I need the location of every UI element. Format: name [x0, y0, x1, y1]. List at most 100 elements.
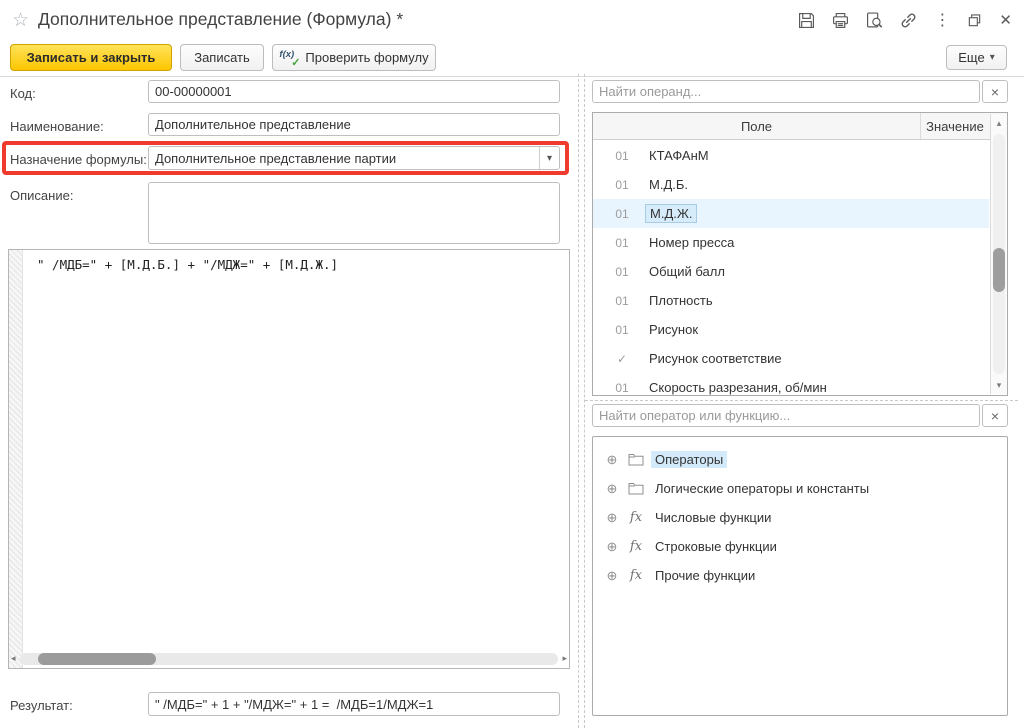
clear-icon: ×: [991, 84, 999, 100]
tree-item-numeric-functions[interactable]: ⊕ fx Числовые функции: [593, 503, 1005, 532]
result-label: Результат:: [10, 698, 73, 713]
function-search-input[interactable]: [592, 404, 980, 427]
column-header-value[interactable]: Значение: [921, 113, 989, 139]
chevron-down-icon: ▾: [547, 153, 552, 164]
toolbar-separator: [0, 76, 1024, 77]
formula-check-icon: f(x)✓: [279, 50, 299, 66]
editor-gutter: [9, 250, 23, 668]
name-input[interactable]: [148, 113, 560, 136]
tree-item-label: Строковые функции: [655, 539, 777, 554]
vertical-splitter[interactable]: [578, 74, 585, 728]
operand-search-input[interactable]: [592, 80, 980, 103]
save-button[interactable]: Записать: [180, 44, 264, 71]
functions-tree[interactable]: ⊕ Операторы ⊕ Логические операторы и кон…: [592, 436, 1008, 716]
check-formula-label: Проверить формулу: [305, 50, 428, 65]
operand-field: Рисунок: [649, 322, 698, 337]
number-type-icon: 01: [607, 265, 637, 279]
tree-item-operators[interactable]: ⊕ Операторы: [593, 445, 1005, 474]
preview-icon[interactable]: [866, 12, 883, 29]
operand-row-selected[interactable]: 01 М.Д.Ж.: [593, 199, 989, 228]
formula-code-text[interactable]: " /МДБ=" + [М.Д.Б.] + "/МДЖ=" + [М.Д.Ж.]: [37, 257, 338, 272]
scroll-down-icon[interactable]: ▾: [991, 381, 1007, 390]
tree-item-logical-operators[interactable]: ⊕ Логические операторы и константы: [593, 474, 1005, 503]
operand-field: Рисунок соответствие: [649, 351, 782, 366]
description-label: Описание:: [10, 188, 73, 203]
horizontal-splitter[interactable]: [585, 400, 1018, 401]
tree-item-label: Логические операторы и константы: [655, 481, 869, 496]
function-icon: fx: [627, 510, 645, 525]
operands-table[interactable]: Поле Значение 01КТАФАнМ 01М.Д.Б. 01М.Д.Ж…: [592, 112, 1008, 396]
function-icon: fx: [627, 568, 645, 583]
scroll-right-icon[interactable]: ▸: [562, 654, 567, 663]
expand-icon[interactable]: ⊕: [605, 568, 619, 584]
operand-field: М.Д.Б.: [649, 177, 688, 192]
scrollbar-track[interactable]: [20, 653, 559, 665]
chevron-down-icon: ▾: [990, 52, 995, 63]
operand-search-clear-button[interactable]: ×: [982, 80, 1008, 103]
number-type-icon: 01: [607, 323, 637, 337]
restore-window-icon[interactable]: [967, 13, 982, 28]
column-header-field[interactable]: Поле: [593, 113, 921, 139]
number-type-icon: 01: [607, 294, 637, 308]
operands-table-header: Поле Значение: [593, 113, 1007, 140]
favorite-star-icon[interactable]: ☆: [12, 9, 29, 32]
operand-row[interactable]: 01 Скорость разрезания, об/мин: [593, 373, 989, 396]
formula-editor[interactable]: " /МДБ=" + [М.Д.Б.] + "/МДЖ=" + [М.Д.Ж.]…: [8, 249, 570, 669]
operand-row[interactable]: ✓Рисунок соответствие: [593, 344, 989, 373]
purpose-label: Назначение формулы:: [10, 152, 147, 167]
operand-field: Плотность: [649, 293, 713, 308]
tree-item-other-functions[interactable]: ⊕ fx Прочие функции: [593, 561, 1005, 590]
more-menu-icon[interactable]: ⋮: [934, 13, 950, 29]
code-label: Код:: [10, 86, 36, 101]
operand-row[interactable]: 01 Номер пресса: [593, 228, 989, 257]
description-textarea[interactable]: [148, 182, 560, 244]
tree-item-string-functions[interactable]: ⊕ fx Строковые функции: [593, 532, 1005, 561]
function-search-clear-button[interactable]: ×: [982, 404, 1008, 427]
operand-row[interactable]: 01 КТАФАнМ: [593, 141, 989, 170]
expand-icon[interactable]: ⊕: [605, 539, 619, 555]
tree-item-label: Операторы: [651, 451, 727, 468]
operand-field: Общий балл: [649, 264, 725, 279]
operand-field: М.Д.Ж.: [645, 204, 697, 223]
result-input[interactable]: [148, 692, 560, 716]
expand-icon[interactable]: ⊕: [605, 481, 619, 497]
operand-row[interactable]: 01 Рисунок: [593, 315, 989, 344]
operand-row[interactable]: 01 Плотность: [593, 286, 989, 315]
operand-field: Номер пресса: [649, 235, 734, 250]
name-label: Наименование:: [10, 119, 104, 134]
print-icon[interactable]: [832, 12, 849, 29]
operands-vertical-scrollbar[interactable]: ▴ ▾: [990, 114, 1007, 394]
scroll-up-icon[interactable]: ▴: [991, 119, 1007, 128]
operand-field: КТАФАнМ: [649, 148, 709, 163]
number-type-icon: 01: [607, 149, 637, 163]
folder-icon: [627, 482, 645, 495]
save-icon[interactable]: [798, 12, 815, 29]
tree-item-label: Числовые функции: [655, 510, 771, 525]
scrollbar-thumb[interactable]: [38, 653, 156, 665]
operand-row[interactable]: 01 Общий балл: [593, 257, 989, 286]
function-icon: fx: [627, 539, 645, 554]
number-type-icon: 01: [607, 236, 637, 250]
more-actions-button[interactable]: Еще ▾: [946, 45, 1007, 70]
number-type-icon: 01: [607, 381, 637, 395]
purpose-combobox[interactable]: ▾: [148, 146, 560, 170]
link-icon[interactable]: [900, 12, 917, 29]
number-type-icon: 01: [607, 207, 637, 221]
expand-icon[interactable]: ⊕: [605, 510, 619, 526]
close-icon[interactable]: ✕: [999, 13, 1012, 28]
purpose-dropdown-button[interactable]: ▾: [539, 147, 559, 169]
expand-icon[interactable]: ⊕: [605, 452, 619, 468]
purpose-input[interactable]: [148, 146, 560, 170]
tree-item-label: Прочие функции: [655, 568, 755, 583]
operand-field: Скорость разрезания, об/мин: [649, 380, 827, 395]
folder-icon: [627, 453, 645, 466]
save-and-close-button[interactable]: Записать и закрыть: [10, 44, 172, 71]
editor-horizontal-scrollbar[interactable]: ◂ ▸: [11, 651, 567, 666]
clear-icon: ×: [991, 408, 999, 424]
scrollbar-thumb[interactable]: [993, 248, 1005, 292]
more-actions-label: Еще: [958, 50, 984, 65]
scroll-left-icon[interactable]: ◂: [11, 654, 16, 663]
check-formula-button[interactable]: f(x)✓ Проверить формулу: [272, 44, 436, 71]
code-input[interactable]: [148, 80, 560, 103]
operand-row[interactable]: 01М.Д.Б.: [593, 170, 989, 199]
